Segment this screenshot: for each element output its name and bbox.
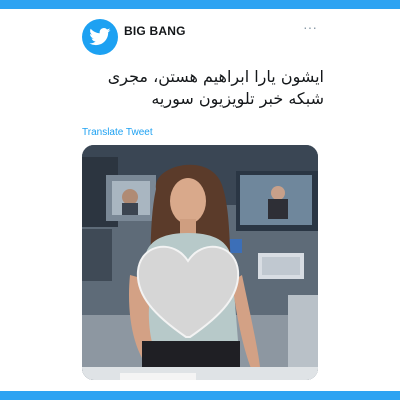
tweet-media-image[interactable] bbox=[82, 145, 318, 380]
more-options-icon[interactable]: ··· bbox=[300, 20, 320, 34]
avatar[interactable] bbox=[82, 19, 118, 55]
tweet-text: ایشون یارا ابراهیم هستن، مجری شبکه خبر ت… bbox=[107, 67, 324, 108]
bottom-frame-bar bbox=[0, 391, 400, 400]
translate-tweet-link[interactable]: Translate Tweet bbox=[82, 127, 153, 138]
username[interactable]: BIG BANG bbox=[124, 24, 186, 38]
twitter-bird-icon bbox=[89, 28, 111, 46]
top-frame-bar bbox=[0, 0, 400, 9]
tweet-card: BIG BANG ··· ایشون یارا ابراهیم هستن، مج… bbox=[0, 9, 400, 391]
news-studio-photo bbox=[82, 145, 318, 380]
